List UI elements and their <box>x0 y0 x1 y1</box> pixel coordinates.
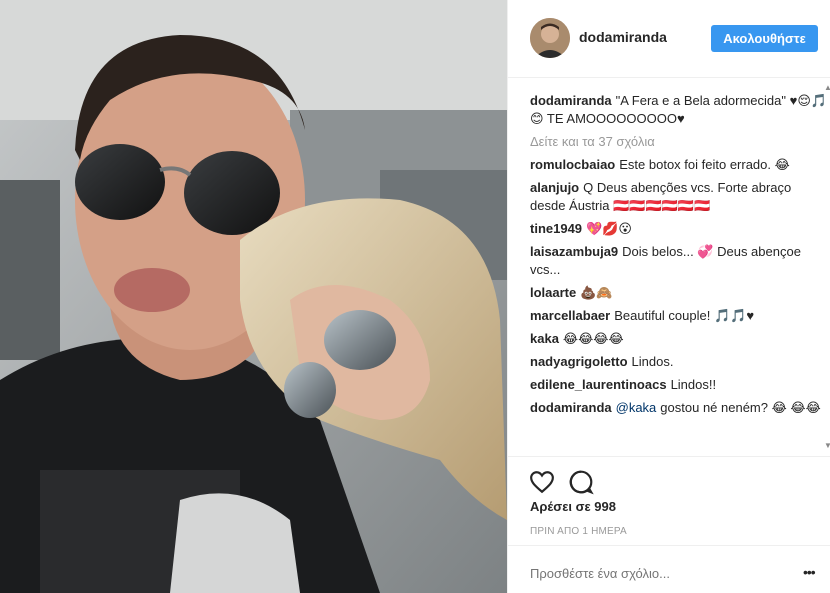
comment-username[interactable]: romulocbaiao <box>530 157 615 172</box>
list-item: marcellabaer Beautiful couple! 🎵🎵♥ <box>530 307 830 325</box>
follow-button[interactable]: Ακολουθήστε <box>711 25 818 52</box>
list-item: laisazambuja9 Dois belos... 💞 Deus abenço… <box>530 243 830 279</box>
comment-username[interactable]: tine1949 <box>530 221 582 236</box>
comment-username[interactable]: lolaarte <box>530 285 576 300</box>
comment-text: Lindos!! <box>670 377 717 392</box>
list-item: edilene_laurentinoacs Lindos!! <box>530 376 830 394</box>
speech-bubble-icon-shape <box>569 470 594 495</box>
scroll-down-arrow-icon[interactable]: ▼ <box>824 442 830 450</box>
post-header: dodamiranda Ακολουθήστε <box>508 0 830 78</box>
post-details-panel: dodamiranda Ακολουθήστε dodamiranda "A Fe… <box>507 0 830 593</box>
list-item: romulocbaiao Este botox foi feito errado.… <box>530 156 830 174</box>
list-item: kaka 😂😂😂😂 <box>530 330 830 348</box>
view-all-comments-link[interactable]: Δείτε και τα 37 σχόλια <box>530 133 830 151</box>
comment-username[interactable]: dodamiranda <box>530 400 612 415</box>
comment-text: Lindos. <box>631 354 674 369</box>
post-timestamp: ΠΡΙΝ ΑΠΟ 1 ΗΜΕΡΑ <box>530 526 627 537</box>
list-item: alanjujo Q Deus abenções vcs. Forte abraç… <box>530 179 830 215</box>
comment-text: 💩🙈 <box>580 285 613 300</box>
list-item: dodamiranda @kaka gostou né neném? 😂 😂😂 <box>530 399 830 417</box>
comment-text: Beautiful couple! 🎵🎵♥ <box>614 308 755 323</box>
comments-scrollbar[interactable]: ▲ ▼ <box>824 84 830 455</box>
caption-username[interactable]: dodamiranda <box>530 93 612 108</box>
comment-username[interactable]: alanjujo <box>530 180 579 195</box>
more-options-icon[interactable]: ••• <box>803 564 816 580</box>
comment-username[interactable]: nadyagrigoletto <box>530 354 628 369</box>
speech-bubble-icon[interactable] <box>568 469 596 497</box>
list-item: nadyagrigoletto Lindos. <box>530 353 830 371</box>
comment-text: 😂😂😂😂 <box>562 331 624 346</box>
list-item: lolaarte 💩🙈 <box>530 284 830 302</box>
comment-username[interactable]: edilene_laurentinoacs <box>530 377 667 392</box>
scroll-up-arrow-icon[interactable]: ▲ <box>824 84 830 92</box>
comment-username[interactable]: marcellabaer <box>530 308 610 323</box>
likes-count[interactable]: Αρέσει σε 998 <box>530 499 616 514</box>
heart-icon-shape <box>530 471 554 494</box>
comment-text: Este botox foi feito errado. 😂 <box>619 157 790 172</box>
add-comment-input[interactable] <box>530 566 780 581</box>
comments-list[interactable]: dodamiranda "A Fera e a Bela adormecida" … <box>530 92 830 456</box>
selfie-image <box>0 0 507 593</box>
list-item: tine1949 💖💋😮 <box>530 220 830 238</box>
comment-text: 💖💋😮 <box>586 221 632 236</box>
comment-username[interactable]: laisazambuja9 <box>530 244 618 259</box>
add-comment-bar: ••• <box>508 545 830 593</box>
post-actions <box>508 456 830 495</box>
caption: dodamiranda "A Fera e a Bela adormecida" … <box>530 92 830 128</box>
post-photo[interactable] <box>0 0 507 593</box>
comment-mention-link[interactable]: @kaka <box>616 400 657 415</box>
comment-text: gostou né neném? 😂 😂😂 <box>660 400 821 415</box>
heart-icon[interactable] <box>529 469 557 497</box>
username-link[interactable]: dodamiranda <box>579 29 667 45</box>
avatar-image <box>530 18 570 58</box>
avatar[interactable] <box>530 18 570 58</box>
comment-username[interactable]: kaka <box>530 331 559 346</box>
